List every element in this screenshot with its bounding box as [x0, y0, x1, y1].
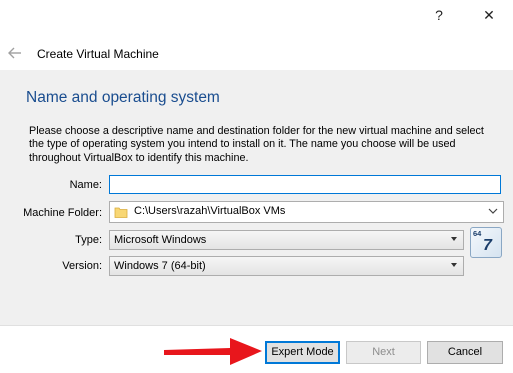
dropdown-arrow-icon: [451, 263, 457, 267]
os-icon-version: 7: [483, 237, 492, 254]
dropdown-arrow-icon: [451, 237, 457, 241]
back-arrow-icon[interactable]: [6, 44, 24, 62]
red-arrow-annotation-icon: [164, 338, 262, 365]
type-label: Type:: [75, 234, 102, 246]
folder-icon: [114, 207, 128, 218]
expert-mode-button[interactable]: Expert Mode: [265, 341, 340, 364]
dialog-title: Create Virtual Machine: [37, 47, 159, 61]
machine-folder-value: C:\Users\razah\VirtualBox VMs: [134, 205, 286, 217]
page-description: Please choose a descriptive name and des…: [29, 125, 484, 164]
wizard-header: Create Virtual Machine: [0, 40, 513, 70]
wizard-page: Name and operating system Please choose …: [0, 70, 513, 325]
name-input[interactable]: [109, 175, 501, 194]
type-select[interactable]: Microsoft Windows: [109, 230, 464, 250]
cancel-button[interactable]: Cancel: [427, 341, 503, 364]
version-label: Version:: [62, 260, 102, 272]
chevron-down-icon: [488, 208, 498, 214]
windows-7-os-icon: 64 7: [470, 227, 502, 258]
machine-folder-label: Machine Folder:: [23, 207, 102, 219]
footer-divider: [0, 325, 513, 326]
version-value: Windows 7 (64-bit): [114, 260, 206, 272]
name-label: Name:: [69, 179, 102, 191]
machine-folder-select[interactable]: C:\Users\razah\VirtualBox VMs: [109, 201, 504, 223]
close-button[interactable]: ✕: [478, 4, 500, 26]
page-title: Name and operating system: [26, 89, 220, 106]
help-button[interactable]: ?: [428, 4, 450, 26]
type-value: Microsoft Windows: [114, 234, 207, 246]
version-select[interactable]: Windows 7 (64-bit): [109, 256, 464, 276]
next-button[interactable]: Next: [346, 341, 421, 364]
title-bar: ? ✕: [0, 0, 513, 30]
os-icon-bits: 64: [473, 229, 482, 238]
